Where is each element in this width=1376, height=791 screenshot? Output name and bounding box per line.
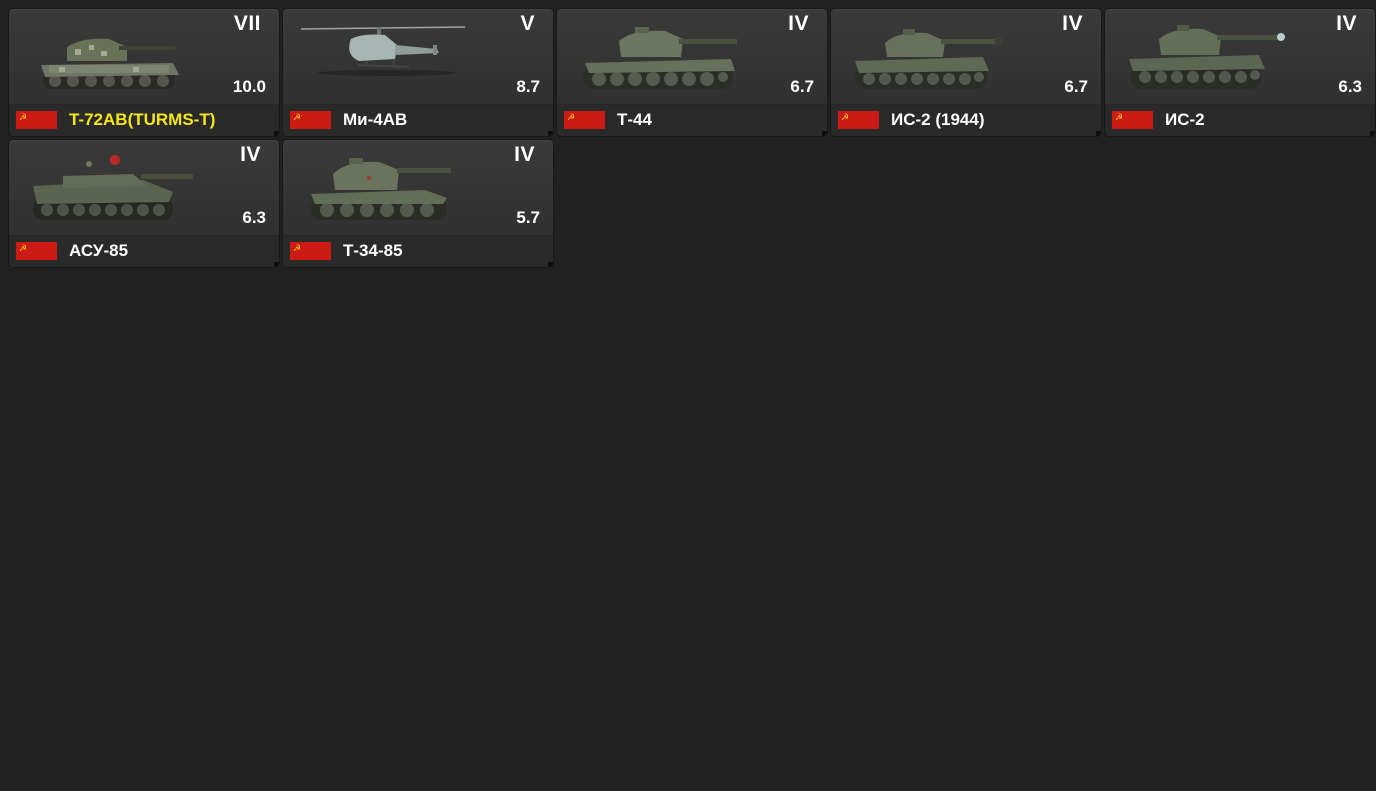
card-footer: ☭ Т-34-85 bbox=[283, 235, 553, 267]
tier-label: IV bbox=[1336, 12, 1357, 35]
card-footer: ☭ Т-44 bbox=[557, 104, 827, 136]
ussr-flag-icon: ☭ bbox=[290, 111, 331, 129]
tier-label: IV bbox=[788, 12, 809, 35]
ussr-flag-icon: ☭ bbox=[564, 111, 605, 129]
battle-rating: 6.3 bbox=[1338, 77, 1362, 96]
battle-rating: 5.7 bbox=[516, 208, 540, 227]
tier-label: VII bbox=[233, 12, 261, 35]
card-footer: ☭ Ми-4АВ bbox=[283, 104, 553, 136]
tank-image-icon bbox=[297, 146, 467, 234]
vehicle-card-asu-85[interactable]: IV 6.3 ☭ АСУ-85 bbox=[9, 140, 279, 267]
tank-image-icon bbox=[23, 15, 193, 103]
card-footer: ☭ T-72AB(TURMS-T) bbox=[9, 104, 279, 136]
vehicle-card-is-2-1944[interactable]: IV 6.7 ☭ ИС-2 (1944) bbox=[831, 9, 1101, 136]
battle-rating: 10.0 bbox=[232, 77, 266, 96]
vehicle-card-t-72ab[interactable]: VII 10.0 ☭ T-72AB(TURMS-T) bbox=[9, 9, 279, 136]
vehicle-card-t-44[interactable]: IV 6.7 ☭ Т-44 bbox=[557, 9, 827, 136]
vehicle-name: АСУ-85 bbox=[69, 241, 129, 260]
vehicle-name: ИС-2 bbox=[1165, 110, 1205, 129]
vehicle-name: Ми-4АВ bbox=[343, 110, 408, 129]
ussr-flag-icon: ☭ bbox=[16, 111, 57, 129]
card-footer: ☭ АСУ-85 bbox=[9, 235, 279, 267]
tank-image-icon bbox=[845, 15, 1015, 103]
vehicle-name: ИС-2 (1944) bbox=[891, 110, 985, 129]
tank-destroyer-image-icon bbox=[23, 146, 193, 234]
tier-label: IV bbox=[514, 143, 535, 166]
tier-label: IV bbox=[1062, 12, 1083, 35]
battle-rating: 6.7 bbox=[1064, 77, 1088, 96]
helicopter-image-icon bbox=[297, 15, 467, 103]
vehicle-card-is-2[interactable]: IV 6.3 ☭ ИС-2 bbox=[1105, 9, 1375, 136]
vehicle-card-t-34-85[interactable]: IV 5.7 ☭ Т-34-85 bbox=[283, 140, 553, 267]
battle-rating: 6.3 bbox=[242, 208, 266, 227]
battle-rating: 8.7 bbox=[516, 77, 540, 96]
vehicle-grid: VII 10.0 ☭ T-72AB(TURMS-T) V 8.7 ☭ Ми-4А… bbox=[9, 9, 1375, 267]
tank-image-icon bbox=[1119, 15, 1289, 103]
card-footer: ☭ ИС-2 bbox=[1105, 104, 1375, 136]
tier-label: V bbox=[520, 12, 535, 35]
vehicle-name: T-72AB(TURMS-T) bbox=[69, 110, 216, 129]
ussr-flag-icon: ☭ bbox=[290, 242, 331, 260]
card-footer: ☭ ИС-2 (1944) bbox=[831, 104, 1101, 136]
vehicle-name: Т-34-85 bbox=[343, 241, 403, 260]
ussr-flag-icon: ☭ bbox=[838, 111, 879, 129]
vehicle-name: Т-44 bbox=[617, 110, 652, 129]
vehicle-card-mi-4av[interactable]: V 8.7 ☭ Ми-4АВ bbox=[283, 9, 553, 136]
ussr-flag-icon: ☭ bbox=[16, 242, 57, 260]
tier-label: IV bbox=[240, 143, 261, 166]
battle-rating: 6.7 bbox=[790, 77, 814, 96]
ussr-flag-icon: ☭ bbox=[1112, 111, 1153, 129]
tank-image-icon bbox=[571, 15, 741, 103]
